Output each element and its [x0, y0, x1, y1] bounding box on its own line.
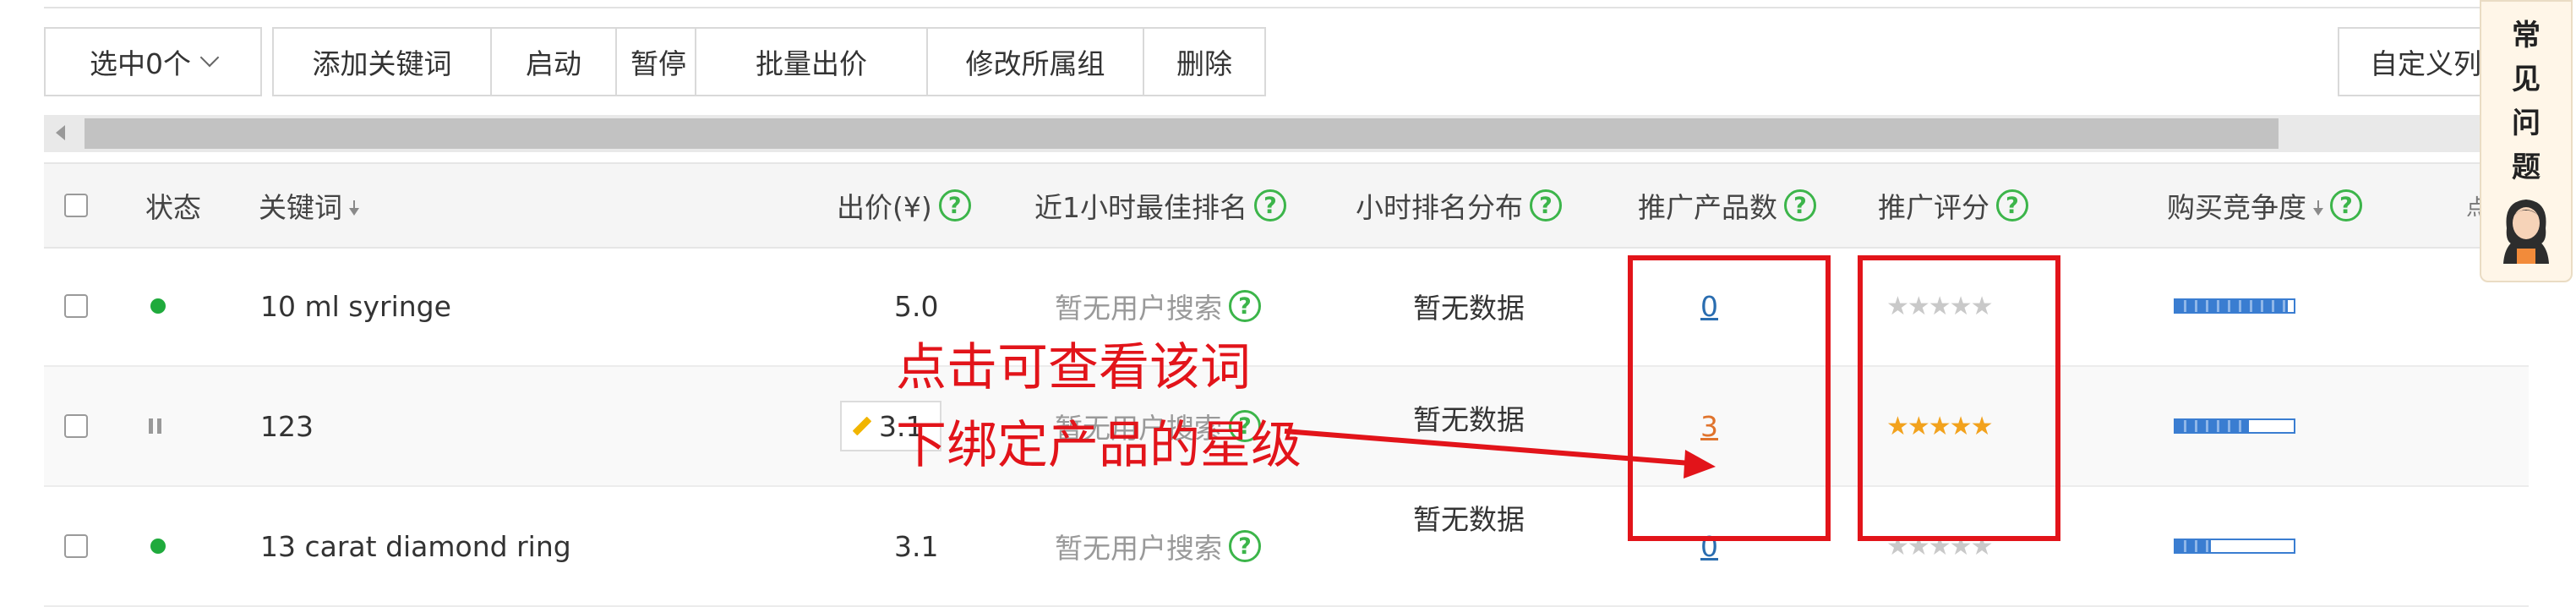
faq-char: 见 — [2512, 63, 2541, 96]
support-avatar-icon — [2503, 200, 2549, 264]
annotation-arrow-icon — [1284, 429, 1716, 478]
faq-panel[interactable]: 常 见 问 题 — [2480, 0, 2573, 282]
faq-char: 题 — [2512, 150, 2541, 184]
faq-char: 问 — [2512, 107, 2541, 140]
faq-char: 常 — [2512, 19, 2541, 52]
competition-bar-fill — [2175, 540, 2211, 552]
